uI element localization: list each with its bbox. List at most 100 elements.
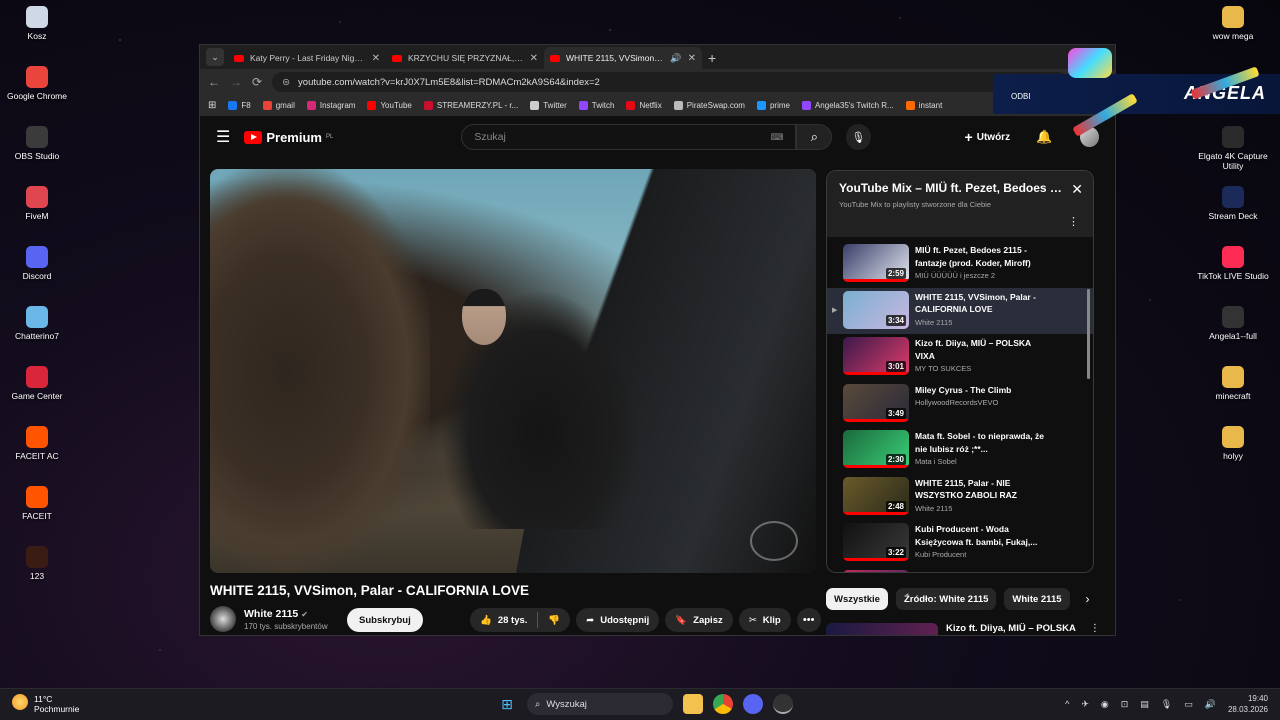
playlist-thumbnail[interactable]: 3:01 <box>843 337 909 375</box>
bookmark-item[interactable]: Twitter <box>530 101 567 110</box>
url-field[interactable]: ⊜ youtube.com/watch?v=krJ0X7Lm5E8&list=R… <box>272 72 1068 92</box>
playlist-item[interactable]: 2:30 Mata ft. Sobel - to nieprawda, że ni… <box>827 427 1093 474</box>
tray-overflow-icon[interactable]: ^ <box>1065 699 1069 709</box>
recommended-thumbnail[interactable] <box>826 623 938 635</box>
bookmark-item[interactable]: prime <box>756 101 790 110</box>
close-tab-icon[interactable]: ✕ <box>688 53 696 64</box>
discord-taskbar-icon[interactable] <box>743 694 763 714</box>
desktop-icon[interactable]: minecraft <box>1196 366 1270 401</box>
tab-search-dropdown-icon[interactable]: ⌄ <box>206 48 224 66</box>
desktop-icon[interactable]: FACEIT AC <box>0 426 74 461</box>
back-icon[interactable]: ← <box>208 75 220 89</box>
close-icon[interactable]: ✕ <box>1071 181 1083 198</box>
playlist-thumbnail[interactable]: 2:59 <box>843 244 909 282</box>
subscribe-button[interactable]: Subskrybuj <box>347 608 423 632</box>
playlist-thumbnail[interactable]: 3:22 <box>843 523 909 561</box>
playlist-scrollbar[interactable] <box>1087 289 1090 379</box>
bookmark-item[interactable]: Instagram <box>306 101 355 110</box>
close-tab-icon[interactable]: ✕ <box>530 53 538 64</box>
playlist-item[interactable]: ▶ 3:34 WHITE 2115, VVSimon, Palar - CALIFO… <box>827 287 1093 334</box>
desktop-icon[interactable]: Angela1--full <box>1196 306 1270 341</box>
desktop-icon[interactable]: Discord <box>0 246 74 281</box>
search-input[interactable]: Szukaj ⌨ <box>461 124 797 150</box>
site-info-icon[interactable]: ⊜ <box>282 77 290 88</box>
desktop-icon[interactable]: Game Center <box>0 366 74 401</box>
desktop-icon[interactable]: Kosz <box>0 6 74 41</box>
bookmark-item[interactable]: gmail <box>262 101 295 110</box>
search-button[interactable]: ⌕ <box>796 124 833 150</box>
playlist-thumbnail[interactable]: 2:30 <box>843 430 909 468</box>
clock[interactable]: 19:40 28.03.2026 <box>1228 693 1268 715</box>
playlist-item[interactable]: EKIPA - ARIGATO (Hi Hania, ... <box>827 567 1093 572</box>
reload-icon[interactable]: ⟳ <box>252 75 262 89</box>
desktop-icon[interactable]: Google Chrome <box>0 66 74 101</box>
chrome-taskbar-icon[interactable] <box>713 694 733 714</box>
playlist-item[interactable]: 3:49 Miley Cyrus - The Climb HollywoodReco… <box>827 381 1093 428</box>
bookmark-item[interactable]: YouTube <box>367 101 412 110</box>
new-tab-button[interactable]: + <box>708 50 716 66</box>
audio-playing-icon[interactable]: 🔊 <box>670 53 681 64</box>
forward-icon[interactable]: → <box>230 75 242 89</box>
tray-display-icon[interactable]: ▭ <box>1184 699 1193 710</box>
tray-mic-icon[interactable]: 🎙 <box>1161 699 1172 710</box>
bookmark-item[interactable]: Angela35's Twitch R... <box>801 101 894 110</box>
desktop-icon[interactable]: FiveM <box>0 186 74 221</box>
playlist-thumbnail[interactable]: 3:34 <box>843 290 909 329</box>
playlist-thumbnail[interactable]: 3:49 <box>843 383 909 422</box>
tray-elgato-icon[interactable]: ⊡ <box>1121 699 1129 710</box>
share-button[interactable]: ➦ Udostępnij <box>576 608 660 632</box>
like-icon[interactable]: 👍 <box>480 615 492 626</box>
tray-discord-icon[interactable]: ◉ <box>1101 699 1109 710</box>
playlist-thumbnail[interactable] <box>843 569 909 572</box>
notifications-bell-icon[interactable]: 🔔 <box>1036 129 1052 145</box>
keyboard-icon[interactable]: ⌨ <box>770 132 783 143</box>
menu-hamburger-icon[interactable]: ☰ <box>216 127 230 147</box>
bookmark-item[interactable]: instant <box>905 101 942 110</box>
more-actions-icon[interactable]: ••• <box>796 608 821 632</box>
desktop-icon[interactable]: Elgato 4K Capture Utility <box>1196 126 1270 171</box>
playlist-item[interactable]: 2:48 WHITE 2115, Palar - NIE WSZYSTKO ZAB… <box>827 474 1093 521</box>
apps-grid-icon[interactable]: ⊞ <box>208 100 216 111</box>
desktop-icon[interactable]: Chatterino7 <box>0 306 74 341</box>
bookmark-item[interactable]: Netflix <box>626 101 662 110</box>
desktop-icon[interactable]: wow mega <box>1196 6 1270 41</box>
desktop-icon[interactable]: TikTok LIVE Studio <box>1196 246 1270 281</box>
filter-chip[interactable]: Wszystkie <box>826 588 888 610</box>
desktop-icon[interactable]: 123 <box>0 546 74 581</box>
tray-app-icon[interactable]: ✈ <box>1081 699 1089 710</box>
browser-tab[interactable]: WHITE 2115, VVSimon, Palar - CALIFORNIA … <box>544 47 702 69</box>
recommended-title[interactable]: Kizo ft. Diiya, MIÜ – POLSKA <box>946 623 1076 635</box>
chatterino-taskbar-icon[interactable] <box>773 694 793 714</box>
recommended-menu-icon[interactable]: ⋮ <box>1090 623 1100 635</box>
playlist-item[interactable]: 3:22 Kubi Producent - Woda Księżycowa ft.… <box>827 520 1093 567</box>
browser-tab[interactable]: KRZYCHU SIĘ PRZYZNAŁ, KTO Z... ✕ <box>386 47 544 69</box>
desktop-icon[interactable]: Stream Deck <box>1196 186 1270 221</box>
bookmark-item[interactable]: PirateSwap.com <box>673 101 745 110</box>
bookmark-item[interactable]: F8 <box>228 101 251 110</box>
save-button[interactable]: 🔖 Zapisz <box>665 608 733 632</box>
weather-widget[interactable]: 11°C Pochmurnie <box>12 694 79 714</box>
youtube-premium-logo[interactable]: Premium PL <box>244 130 333 145</box>
windows-start-icon[interactable]: ⊞ <box>497 694 517 714</box>
desktop-icon[interactable]: holyy <box>1196 426 1270 461</box>
create-button[interactable]: + Utwórz <box>965 129 1011 145</box>
recommended-video[interactable]: Kizo ft. Diiya, MIÜ – POLSKA ⋮ <box>826 623 1100 635</box>
tray-network-icon[interactable]: ▤ <box>1140 699 1149 710</box>
like-count[interactable]: 28 tys. <box>498 615 528 626</box>
file-explorer-icon[interactable] <box>683 694 703 714</box>
playlist-menu-icon[interactable]: ⋮ <box>1068 215 1079 228</box>
clip-button[interactable]: ✂ Klip <box>738 608 791 632</box>
taskbar-search-input[interactable]: ⌕ Wyszukaj <box>527 693 673 715</box>
channel-avatar[interactable] <box>210 606 236 632</box>
playlist-item[interactable]: 3:01 Kizo ft. Diiya, MIÜ – POLSKA VIXA MY … <box>827 334 1093 381</box>
video-player[interactable] <box>210 169 816 573</box>
tray-volume-icon[interactable]: 🔊 <box>1205 699 1216 710</box>
bookmark-item[interactable]: STREAMERZY.PL - r... <box>423 101 518 110</box>
chevron-right-icon[interactable]: › <box>1086 592 1090 606</box>
browser-tab[interactable]: Katy Perry - Last Friday Night (T.G.I.F.… <box>228 47 386 69</box>
filter-chip[interactable]: Źródło: White 2115 <box>895 588 997 610</box>
playlist-item[interactable]: 2:59 MIÜ ft. Pezet, Bedoes 2115 - fantazj… <box>827 241 1093 288</box>
playlist-title[interactable]: YouTube Mix – MIÜ ft. Pezet, Bedoes 2115… <box>839 181 1063 195</box>
voice-search-button[interactable]: 🎙 <box>846 124 871 150</box>
playlist-thumbnail[interactable]: 2:48 <box>843 476 909 515</box>
